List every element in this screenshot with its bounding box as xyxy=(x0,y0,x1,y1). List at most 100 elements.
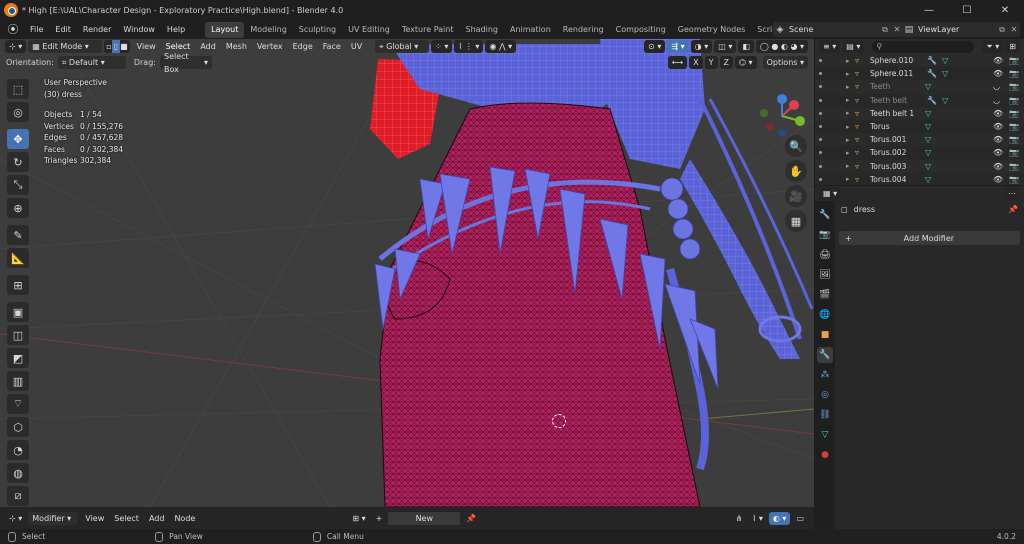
tab-geometry-nodes[interactable]: Geometry Nodes xyxy=(672,22,751,38)
mesh-data-icon[interactable]: ▽ xyxy=(925,82,931,91)
tab-uv-editing[interactable]: UV Editing xyxy=(342,22,396,38)
outliner-row-name[interactable]: Torus xyxy=(870,122,890,131)
annotate-tool-icon[interactable]: ✎ xyxy=(7,225,29,245)
tab-animation[interactable]: Animation xyxy=(504,22,557,38)
add-cube-tool-icon[interactable]: ⊞ xyxy=(7,275,29,295)
object-tab-icon[interactable]: ■ xyxy=(817,327,833,343)
minimize-button[interactable]: — xyxy=(910,0,948,20)
gizmo-toggle-button[interactable]: ⇶ ▾ xyxy=(667,40,689,53)
mesh-data-icon[interactable]: ▽ xyxy=(942,69,948,78)
edge-select-icon[interactable]: ▯ xyxy=(111,40,121,53)
proportional-edit-button[interactable]: ◉ ⋀ ▾ xyxy=(485,40,517,53)
render-camera-icon[interactable]: 📷 xyxy=(1009,56,1019,65)
perspective-grid-icon[interactable]: ▦ xyxy=(785,210,807,232)
outliner-row-name[interactable]: Torus.004 xyxy=(870,175,906,184)
expand-chevron-icon[interactable]: ▸ xyxy=(846,96,850,104)
render-camera-icon[interactable]: 📷 xyxy=(1009,148,1019,157)
axis-y-toggle[interactable]: Y xyxy=(704,56,718,69)
visibility-eye-icon[interactable]: 👁 xyxy=(993,56,1003,65)
overlay-button[interactable]: ◑ ▾ xyxy=(690,40,713,53)
scene-copy-icon[interactable]: ⧉ xyxy=(879,25,891,35)
outliner-row-name[interactable]: Teeth belt 1 xyxy=(870,109,914,118)
outliner-row[interactable]: ▸ ▿ Teeth ▽ ◡ 📷 xyxy=(815,80,1024,94)
mirror-icon[interactable]: ⟷ xyxy=(667,56,688,69)
transform-tool-icon[interactable]: ⊕ xyxy=(7,198,29,218)
spin-tool-icon[interactable]: ◔ xyxy=(7,440,29,460)
view-layer-tab-icon[interactable]: 🖼 xyxy=(817,267,833,283)
maximize-button[interactable]: ☐ xyxy=(948,0,986,20)
node-overlay-button[interactable]: ◐ ▾ xyxy=(768,511,791,525)
render-camera-icon[interactable]: 📷 xyxy=(1009,69,1019,78)
render-tab-icon[interactable]: 📷 xyxy=(817,227,833,243)
new-node-plus-icon[interactable]: + xyxy=(371,511,387,525)
modifier-wrench-icon[interactable]: 🔧 xyxy=(927,56,937,65)
menu-vertex[interactable]: Vertex xyxy=(252,42,288,51)
particles-tab-icon[interactable]: ⁂ xyxy=(817,367,833,383)
menu-edge[interactable]: Edge xyxy=(288,42,318,51)
menu-render[interactable]: Render xyxy=(77,21,117,38)
snap-settings-icon[interactable]: ⌇ ▾ xyxy=(748,511,767,525)
axis-z-toggle[interactable]: Z xyxy=(719,56,734,69)
outliner-row[interactable]: ▸ ▿ Torus.002 ▽ 👁 📷 xyxy=(815,146,1024,159)
outliner-row[interactable]: ▸ ▿ Sphere.010 🔧 ▽ 👁 📷 xyxy=(815,54,1024,68)
shear-tool-icon[interactable]: ⧄ xyxy=(7,486,29,506)
scale-tool-icon[interactable]: ⤡ xyxy=(7,175,29,195)
visibility-eye-icon[interactable]: 👁 xyxy=(993,69,1003,78)
expand-chevron-icon[interactable]: ▸ xyxy=(846,136,850,144)
mesh-data-icon[interactable]: ▽ xyxy=(925,135,931,144)
constraints-tab-icon[interactable]: ⛓ xyxy=(817,407,833,423)
menu-edit[interactable]: Edit xyxy=(49,21,77,38)
inset-tool-icon[interactable]: ◫ xyxy=(7,325,29,345)
menu-window[interactable]: Window xyxy=(117,21,161,38)
drag-dropdown[interactable]: Select Box ▾ xyxy=(159,52,212,74)
view-layer-copy-icon[interactable]: ⧉ xyxy=(996,25,1008,35)
outliner-row[interactable]: ▸ ▿ Torus ▽ 👁 📷 xyxy=(815,120,1024,133)
outliner-row-name[interactable]: Sphere.010 xyxy=(870,56,913,65)
measure-tool-icon[interactable]: 📐 xyxy=(7,248,29,268)
zoom-icon[interactable]: 🔍 xyxy=(785,135,807,157)
tab-modeling[interactable]: Modeling xyxy=(244,22,292,38)
tool-tab-icon[interactable]: 🔧 xyxy=(817,207,833,223)
outliner-row-name[interactable]: Sphere.011 xyxy=(870,69,913,78)
menu-help[interactable]: Help xyxy=(161,21,191,38)
render-camera-icon[interactable]: 📷 xyxy=(1009,175,1019,184)
modifier-wrench-icon[interactable]: 🔧 xyxy=(927,69,937,78)
expand-chevron-icon[interactable]: ▸ xyxy=(846,83,850,91)
outliner-row[interactable]: ▸ ▿ Torus.004 ▽ 👁 📷 xyxy=(815,173,1024,186)
node-mode-dropdown[interactable]: Modifier ▾ xyxy=(28,511,79,525)
outliner-row-name[interactable]: Torus.002 xyxy=(870,148,906,157)
knife-tool-icon[interactable]: ⌔ xyxy=(7,394,29,414)
pin-icon[interactable]: 📌 xyxy=(1008,205,1018,214)
expand-chevron-icon[interactable]: ▸ xyxy=(846,109,850,117)
mesh-data-icon[interactable]: ▽ xyxy=(942,56,948,65)
render-camera-icon[interactable]: 📷 xyxy=(1009,162,1019,171)
menu-file[interactable]: File xyxy=(24,21,49,38)
outliner-editor-type-button[interactable]: ≡ ▾ xyxy=(819,40,841,53)
outliner-row[interactable]: ▸ ▿ Teeth belt 1 ▽ 👁 📷 xyxy=(815,106,1024,120)
outliner-row[interactable]: ▸ ▿ Torus.003 ▽ 👁 📷 xyxy=(815,159,1024,173)
material-tab-icon[interactable]: ● xyxy=(817,447,833,463)
extrude-tool-icon[interactable]: ▣ xyxy=(7,302,29,322)
snap-toggle-icon[interactable]: ⋔ xyxy=(731,511,747,525)
mesh-data-icon[interactable]: ▽ xyxy=(925,122,931,131)
blender-menu-icon[interactable]: ⦿ xyxy=(6,23,20,37)
shading-mode-group[interactable]: ◯ ● ◐ ◕ ▾ xyxy=(755,40,808,53)
menu-face[interactable]: Face xyxy=(318,42,346,51)
mesh-data-icon[interactable]: ▽ xyxy=(925,148,931,157)
node-menu-node[interactable]: Node xyxy=(169,514,200,523)
bevel-tool-icon[interactable]: ◩ xyxy=(7,348,29,368)
poly-build-tool-icon[interactable]: ⬡ xyxy=(7,417,29,437)
outliner-row-name[interactable]: Teeth xyxy=(870,82,890,91)
physics-tab-icon[interactable]: ◎ xyxy=(817,387,833,403)
render-camera-icon[interactable]: 📷 xyxy=(1009,109,1019,118)
node-tree-browse-icon[interactable]: ⊞ ▾ xyxy=(348,511,370,525)
properties-editor-type-button[interactable]: ▦ ▾ xyxy=(819,187,842,200)
menu-uv[interactable]: UV xyxy=(346,42,367,51)
render-camera-icon[interactable]: 📷 xyxy=(1009,96,1019,105)
node-menu-select[interactable]: Select xyxy=(109,514,144,523)
visibility-eye-icon[interactable]: 👁 xyxy=(993,135,1003,144)
options-dropdown[interactable]: Options ▾ xyxy=(762,56,808,69)
modifier-tab-icon[interactable]: 🔧 xyxy=(817,347,833,363)
backdrop-toggle-icon[interactable]: ▭ xyxy=(792,511,808,525)
outliner-row[interactable]: ▸ ▿ Teeth belt 🔧 ▽ ◡ 📷 xyxy=(815,94,1024,107)
